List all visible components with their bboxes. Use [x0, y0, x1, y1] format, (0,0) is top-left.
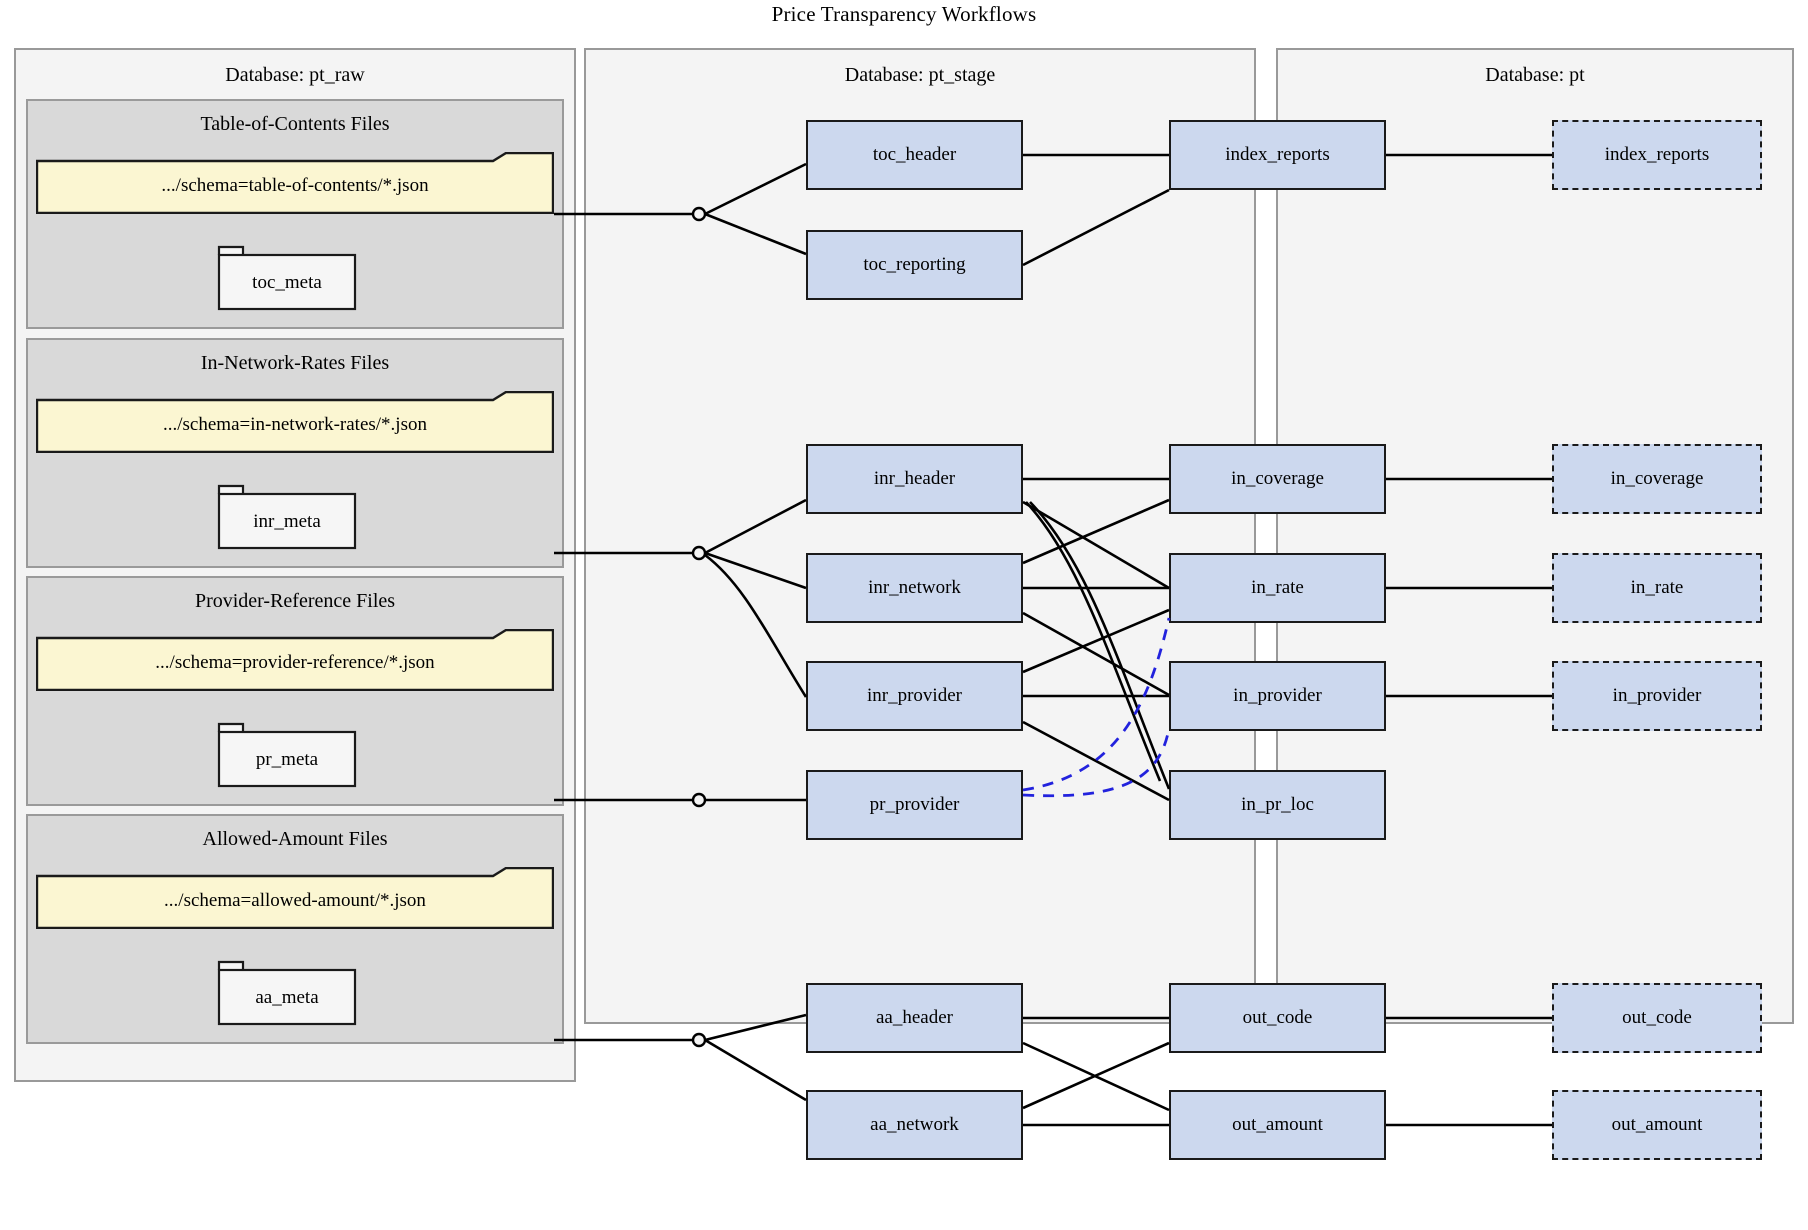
table-node-index-reports-stage[interactable]: index_reports — [1169, 120, 1386, 190]
table-node-in-coverage-stage[interactable]: in_coverage — [1169, 444, 1386, 514]
folder-node-aa-meta[interactable]: aa_meta — [217, 960, 357, 1026]
table-node-in-provider-stage[interactable]: in_provider — [1169, 661, 1386, 731]
folder-node-inr-meta[interactable]: inr_meta — [217, 484, 357, 550]
table-node-inr-network[interactable]: inr_network — [806, 553, 1023, 623]
table-node-out-code-pt[interactable]: out_code — [1552, 983, 1762, 1053]
folder-node-pr-meta[interactable]: pr_meta — [217, 722, 357, 788]
folder-node-label-toc-meta: toc_meta — [252, 272, 322, 293]
table-node-toc-reporting[interactable]: toc_reporting — [806, 230, 1023, 300]
path-note-pr[interactable]: .../schema=provider-reference/*.json — [36, 629, 554, 691]
table-node-in-provider-pt[interactable]: in_provider — [1552, 661, 1762, 731]
path-note-label-inr: .../schema=in-network-rates/*.json — [163, 414, 427, 435]
table-node-aa-header[interactable]: aa_header — [806, 983, 1023, 1053]
table-node-in-rate-pt[interactable]: in_rate — [1552, 553, 1762, 623]
table-node-out-amount-stage[interactable]: out_amount — [1169, 1090, 1386, 1160]
page-title: Price Transparency Workflows — [771, 2, 1037, 26]
path-note-label-pr: .../schema=provider-reference/*.json — [155, 652, 435, 673]
subcluster-label-aa: Allowed-Amount Files — [202, 828, 388, 850]
cluster-pt: Database: pt — [1276, 48, 1794, 1024]
table-node-in-rate-stage[interactable]: in_rate — [1169, 553, 1386, 623]
folder-node-label-aa-meta: aa_meta — [255, 987, 319, 1008]
subcluster-label-toc: Table-of-Contents Files — [200, 113, 390, 135]
table-node-pr-provider[interactable]: pr_provider — [806, 770, 1023, 840]
folder-node-label-inr-meta: inr_meta — [253, 511, 321, 532]
table-node-in-pr-loc[interactable]: in_pr_loc — [1169, 770, 1386, 840]
path-note-toc[interactable]: .../schema=table-of-contents/*.json — [36, 152, 554, 214]
cluster-pt-stage: Database: pt_stage — [584, 48, 1256, 1024]
table-node-out-code-stage[interactable]: out_code — [1169, 983, 1386, 1053]
path-note-aa[interactable]: .../schema=allowed-amount/*.json — [36, 867, 554, 929]
table-node-aa-network[interactable]: aa_network — [806, 1090, 1023, 1160]
subcluster-label-pr: Provider-Reference Files — [194, 590, 396, 612]
folder-node-label-pr-meta: pr_meta — [255, 749, 319, 770]
table-node-inr-header[interactable]: inr_header — [806, 444, 1023, 514]
table-node-index-reports-pt[interactable]: index_reports — [1552, 120, 1762, 190]
diagram-canvas: Price Transparency Workflows Database: p… — [0, 0, 1808, 1230]
table-node-toc-header[interactable]: toc_header — [806, 120, 1023, 190]
table-node-inr-provider[interactable]: inr_provider — [806, 661, 1023, 731]
path-note-inr[interactable]: .../schema=in-network-rates/*.json — [36, 391, 554, 453]
cluster-label-pt-stage: Database: pt_stage — [844, 64, 996, 86]
folder-node-toc-meta[interactable]: toc_meta — [217, 245, 357, 311]
cluster-label-pt: Database: pt — [1485, 64, 1585, 86]
path-note-label-aa: .../schema=allowed-amount/*.json — [164, 890, 426, 911]
table-node-in-coverage-pt[interactable]: in_coverage — [1552, 444, 1762, 514]
subcluster-label-inr: In-Network-Rates Files — [200, 352, 390, 374]
cluster-label-pt-raw: Database: pt_raw — [225, 64, 365, 86]
path-note-label-toc: .../schema=table-of-contents/*.json — [161, 175, 429, 196]
table-node-out-amount-pt[interactable]: out_amount — [1552, 1090, 1762, 1160]
